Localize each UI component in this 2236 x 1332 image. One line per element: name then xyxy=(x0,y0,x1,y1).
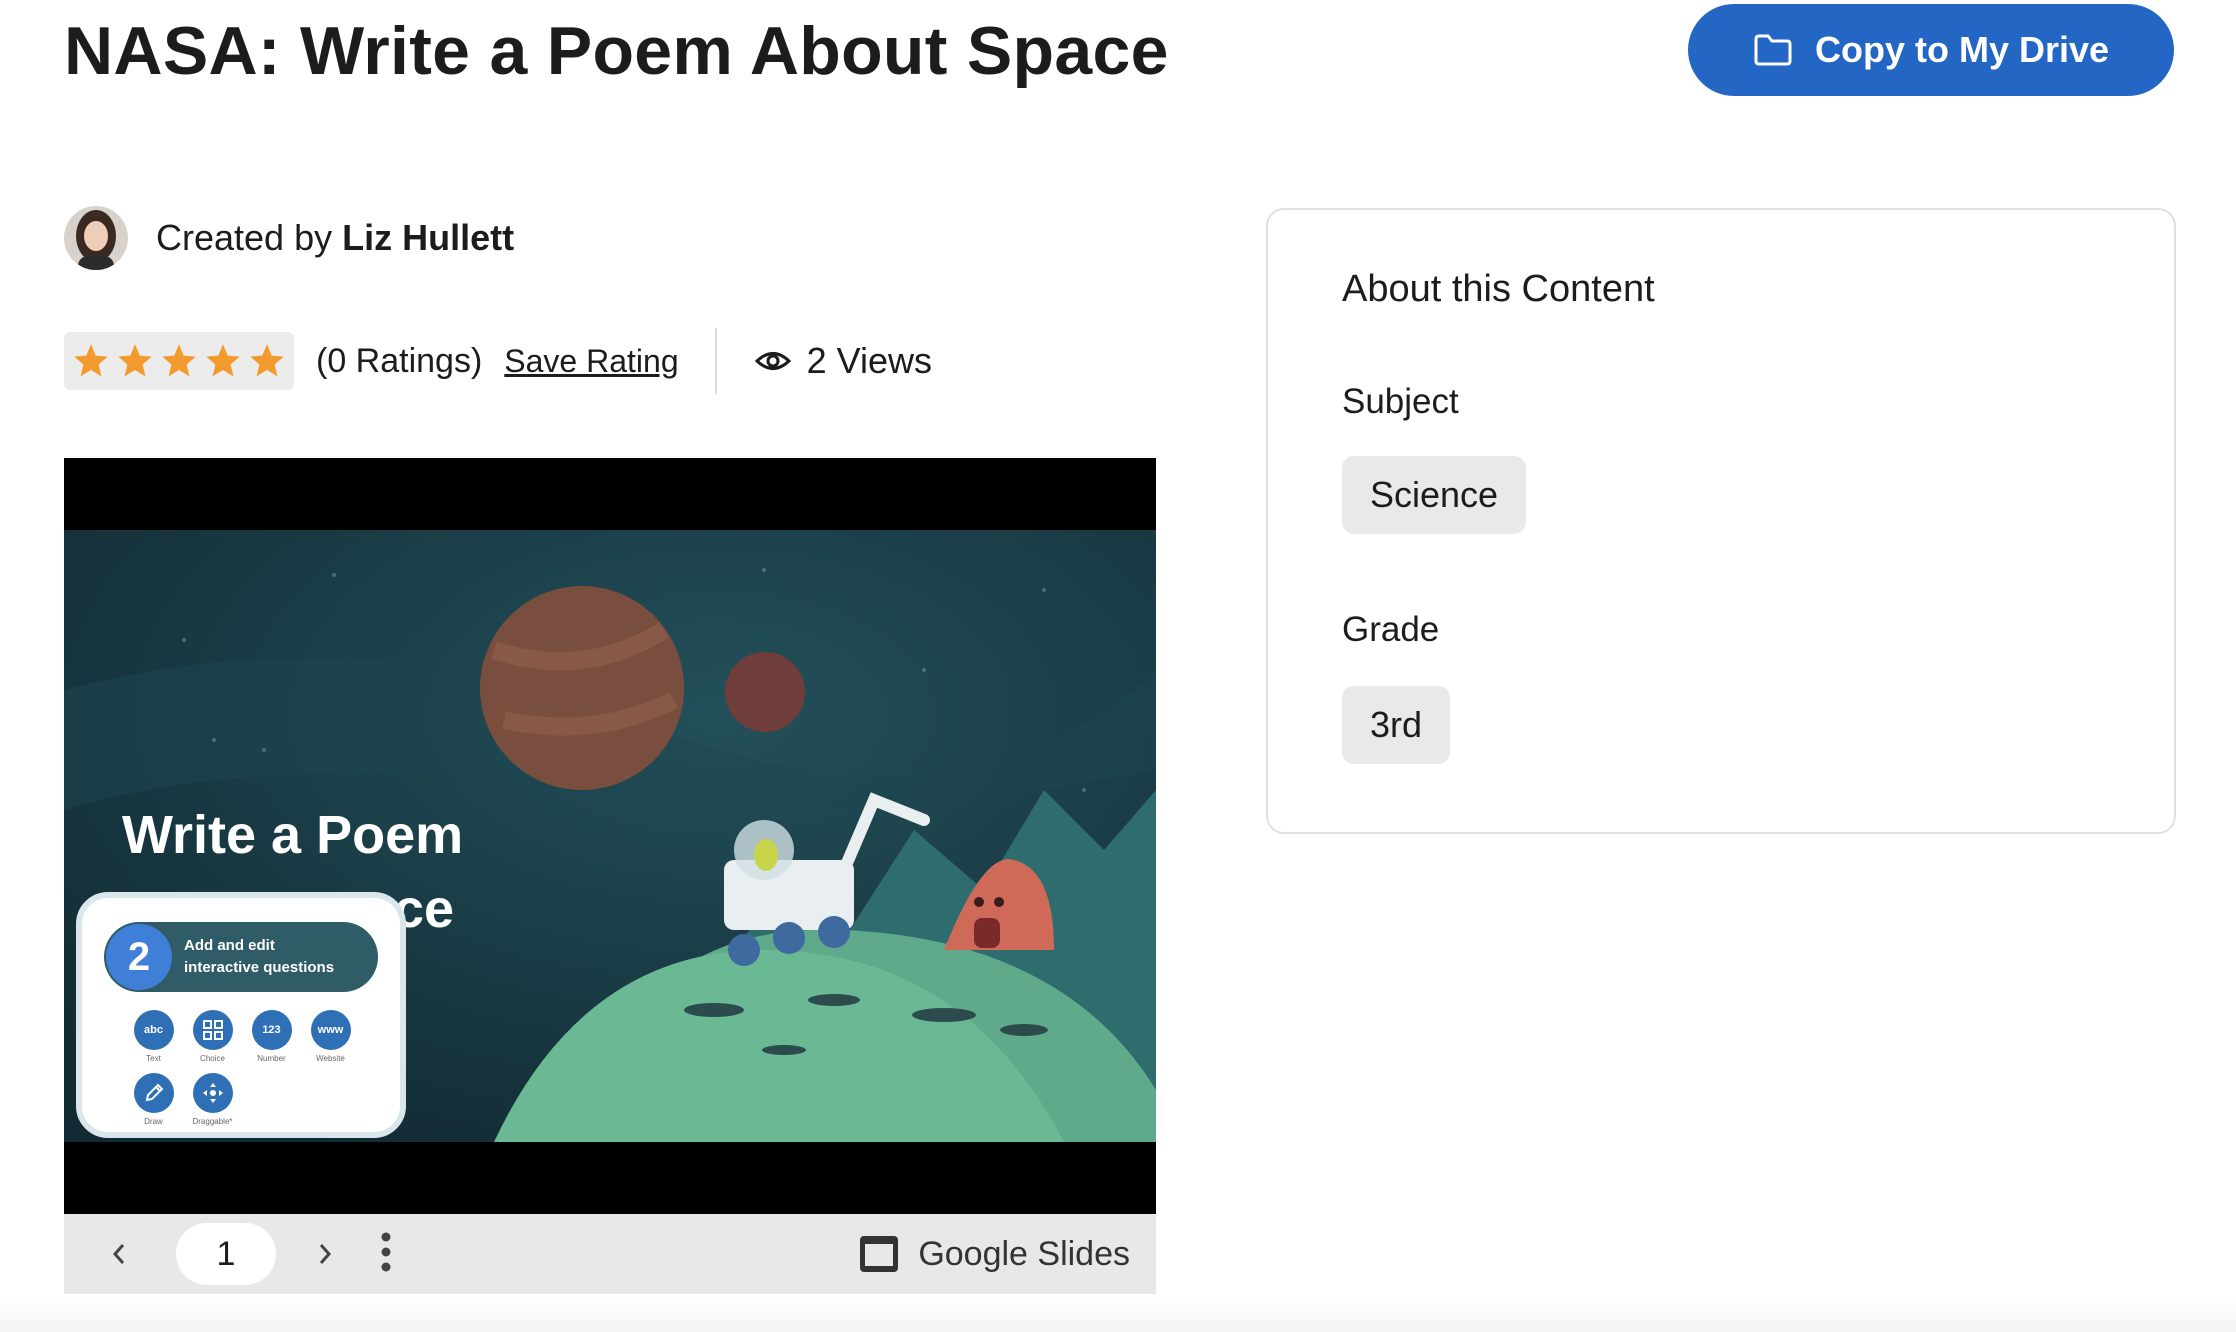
folder-icon xyxy=(1754,34,1792,66)
views-count: 2 Views xyxy=(754,340,933,382)
creator-prefix: Created by xyxy=(156,217,333,258)
about-title: About this Content xyxy=(1342,268,1655,310)
tool-draggable: Draggable* xyxy=(183,1073,242,1126)
tool-website: www Website xyxy=(301,1010,360,1063)
previous-slide-button[interactable] xyxy=(100,1234,140,1274)
interactive-questions-popup: 2 Add and edit interactive questions abc… xyxy=(76,892,406,1138)
copy-to-drive-button[interactable]: Copy to My Drive xyxy=(1688,4,2174,96)
creator-info: Created by Liz Hullett xyxy=(64,206,514,270)
tool-draw: Draw xyxy=(124,1073,183,1126)
footer-shadow xyxy=(0,1300,2236,1332)
tool-text: abc Text xyxy=(124,1010,183,1063)
next-slide-button[interactable] xyxy=(304,1234,344,1274)
google-slides-label: Google Slides xyxy=(918,1234,1130,1273)
star-icon[interactable] xyxy=(72,342,110,380)
popup-heading: Add and edit interactive questions xyxy=(184,937,335,976)
views-text: 2 Views xyxy=(806,340,933,381)
grade-label: Grade xyxy=(1342,610,1440,649)
move-icon xyxy=(192,1073,233,1113)
tool-number: 123 Number xyxy=(242,1010,301,1063)
eye-icon xyxy=(754,352,791,370)
creator-name[interactable]: Liz Hullett xyxy=(342,217,514,258)
subject-label: Subject xyxy=(1342,382,1459,421)
page-title: NASA: Write a Poem About Space xyxy=(64,13,1169,89)
step-number: 2 xyxy=(106,924,172,990)
question-tools: abc Text Choice 123 Number www Website D… xyxy=(124,1010,360,1126)
save-rating-link[interactable]: Save Rating xyxy=(504,343,678,380)
rating-row: (0 Ratings) Save Rating 2 Views xyxy=(64,328,933,394)
rating-count: (0 Ratings) xyxy=(316,341,483,380)
pencil-icon xyxy=(133,1073,174,1113)
popup-header: 2 Add and edit interactive questions xyxy=(104,922,378,992)
about-content-card: About this Content Subject Science Grade… xyxy=(1266,208,2176,834)
star-rating[interactable] xyxy=(64,332,294,390)
grid-icon xyxy=(192,1010,233,1050)
star-icon[interactable] xyxy=(116,342,154,380)
grade-chip[interactable]: 3rd xyxy=(1342,686,1451,764)
more-options-button[interactable] xyxy=(380,1232,392,1277)
star-icon[interactable] xyxy=(248,342,286,380)
slide-viewer[interactable]: Write a Poem ce 2 Add and edit interacti… xyxy=(64,458,1156,1214)
divider xyxy=(714,328,717,394)
google-slides-link[interactable]: Google Slides xyxy=(858,1234,1130,1274)
website-icon: www xyxy=(310,1010,351,1050)
tool-choice: Choice xyxy=(183,1010,242,1063)
text-icon: abc xyxy=(133,1010,174,1050)
subject-chip[interactable]: Science xyxy=(1342,456,1527,534)
creator-text: Created by Liz Hullett xyxy=(156,217,514,259)
page-number-input[interactable]: 1 xyxy=(176,1223,276,1285)
slide-controls: 1 Google Slides xyxy=(64,1214,1156,1294)
avatar xyxy=(64,206,128,270)
star-icon[interactable] xyxy=(160,342,198,380)
star-icon[interactable] xyxy=(204,342,242,380)
chevron-left-icon xyxy=(112,1244,125,1264)
chevron-right-icon xyxy=(319,1244,332,1264)
number-icon: 123 xyxy=(251,1010,292,1050)
slide-preview: Write a Poem ce 2 Add and edit interacti… xyxy=(64,530,1156,1142)
more-vertical-icon xyxy=(381,1232,391,1271)
google-slides-icon xyxy=(860,1236,899,1272)
copy-to-drive-label: Copy to My Drive xyxy=(1814,29,2110,70)
